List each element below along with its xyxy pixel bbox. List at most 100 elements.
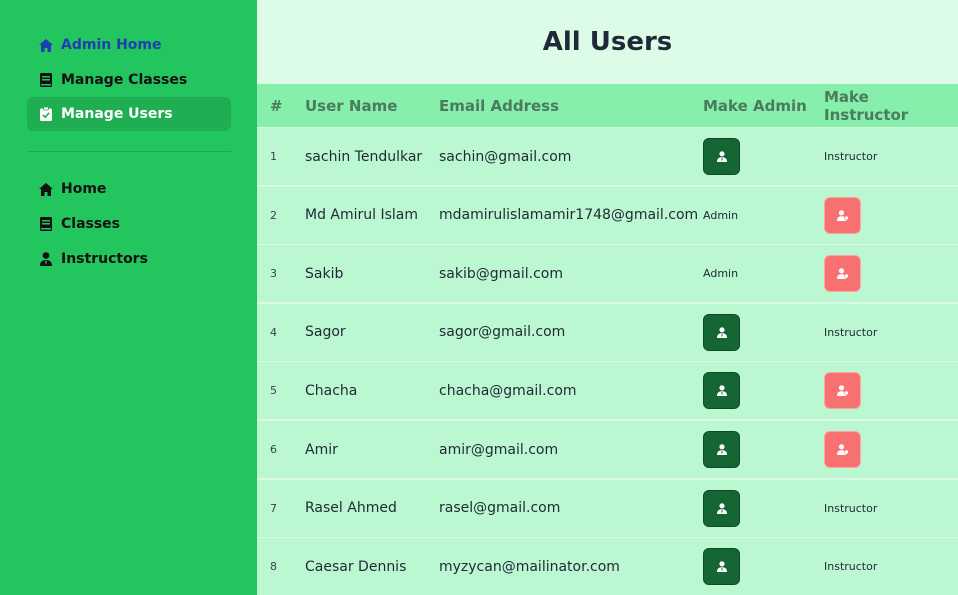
sidebar-divider <box>27 151 231 152</box>
table-row: 3 Sakib sakib@gmail.com Admin <box>257 244 958 303</box>
row-number: 3 <box>270 267 277 281</box>
main-content: All Users # User Name Email Address Make… <box>257 0 958 595</box>
sidebar-item-manage-classes[interactable]: Manage Classes <box>27 63 231 97</box>
user-tie-icon <box>716 385 727 397</box>
user-tie-icon <box>716 502 727 514</box>
make-admin-button[interactable] <box>703 313 740 351</box>
row-number: 7 <box>270 501 277 515</box>
make-admin-cell <box>703 362 740 419</box>
make-instructor-cell <box>824 245 861 302</box>
user-email: sakib@gmail.com <box>439 265 563 282</box>
user-name: Md Amirul Islam <box>305 207 419 224</box>
user-name: sachin Tendulkar <box>305 148 423 165</box>
user-email: amir@gmail.com <box>439 441 559 458</box>
table-row: 5 Chacha chacha@gmail.com <box>257 361 958 420</box>
user-tie-icon <box>716 444 727 455</box>
book-icon <box>39 73 53 87</box>
table-row: 6 Amir amir@gmail.com <box>257 420 958 478</box>
sidebar-item-manage-users[interactable]: Manage Users <box>27 97 231 131</box>
user-gear-icon <box>836 209 849 221</box>
make-instructor-cell: Instructor <box>824 480 877 537</box>
make-admin-button[interactable] <box>703 489 740 527</box>
user-email: sachin@gmail.com <box>439 148 572 165</box>
make-admin-cell: Admin <box>703 245 738 302</box>
user-email: chacha@gmail.com <box>439 382 577 399</box>
make-admin-cell <box>703 480 740 537</box>
sidebar-item-label: Instructors <box>61 251 148 267</box>
make-instructor-cell: Instructor <box>824 304 877 361</box>
home-icon <box>39 38 53 52</box>
column-header-make-instructor: Make Instructor <box>824 87 909 124</box>
page-title: All Users <box>257 0 958 84</box>
user-name: Rasel Ahmed <box>305 500 397 517</box>
clipboard-check-icon <box>39 107 53 121</box>
make-instructor-cell <box>824 421 861 478</box>
instructor-role-label: Instructor <box>824 150 878 163</box>
row-number: 1 <box>270 150 277 163</box>
make-admin-cell: Admin <box>703 187 738 244</box>
book-icon <box>39 217 53 231</box>
table-row: 8 Caesar Dennis myzycan@mailinator.com Inst… <box>257 537 958 595</box>
sidebar-item-instructors[interactable]: Instructors <box>27 242 231 276</box>
sidebar: Admin Home Manage Classes Manage Users H… <box>0 0 257 595</box>
make-admin-button[interactable] <box>703 138 740 175</box>
user-gear-icon <box>836 444 849 455</box>
user-email: myzycan@mailinator.com <box>439 558 620 575</box>
user-name: Chacha <box>305 382 358 399</box>
user-tie-icon <box>39 252 53 266</box>
user-email: rasel@gmail.com <box>439 500 561 517</box>
sidebar-item-label: Admin Home <box>61 37 162 53</box>
make-admin-button[interactable] <box>703 372 740 410</box>
row-number: 8 <box>270 560 277 574</box>
sidebar-item-label: Classes <box>61 216 121 232</box>
row-number: 2 <box>270 208 277 222</box>
admin-role-label: Admin <box>703 267 739 281</box>
make-instructor-button[interactable] <box>824 196 861 234</box>
sidebar-item-home[interactable]: Home <box>27 172 231 206</box>
user-email: mdamirulislamamir1748@gmail.com <box>439 207 699 224</box>
table-row: 1 sachin Tendulkar sachin@gmail.com Instruc… <box>257 127 958 185</box>
sidebar-item-label: Manage Classes <box>61 72 188 88</box>
user-gear-icon <box>836 385 849 397</box>
home-icon <box>39 182 53 196</box>
user-name: Caesar Dennis <box>305 558 407 575</box>
row-number: 4 <box>270 325 277 339</box>
user-name: Sagor <box>305 324 346 341</box>
sidebar-item-label: Manage Users <box>61 106 173 122</box>
make-instructor-cell <box>824 362 861 419</box>
user-tie-icon <box>716 151 727 162</box>
instructor-role-label: Instructor <box>824 560 878 574</box>
row-number: 6 <box>270 443 277 456</box>
make-instructor-button[interactable] <box>824 255 861 293</box>
make-instructor-cell: Instructor <box>824 538 877 595</box>
table-header: # User Name Email Address Make Admin Mak… <box>257 84 958 127</box>
table-row: 2 Md Amirul Islam mdamirulislamamir1748@gm… <box>257 185 958 244</box>
sidebar-item-admin-home[interactable]: Admin Home <box>27 28 231 62</box>
sidebar-item-classes[interactable]: Classes <box>27 207 231 241</box>
make-admin-button[interactable] <box>703 431 740 468</box>
table-row: 7 Rasel Ahmed rasel@gmail.com Instructor <box>257 478 958 537</box>
user-tie-icon <box>716 561 727 573</box>
user-gear-icon <box>836 268 849 280</box>
make-admin-cell <box>703 421 740 478</box>
instructor-role-label: Instructor <box>824 501 878 515</box>
table-row: 4 Sagor sagor@gmail.com Instructor <box>257 302 958 361</box>
make-admin-cell <box>703 304 740 361</box>
make-instructor-button[interactable] <box>824 431 861 468</box>
column-header-user-name: User Name <box>305 96 398 115</box>
instructor-role-label: Instructor <box>824 325 878 339</box>
column-header-number: # <box>270 96 283 115</box>
admin-role-label: Admin <box>703 208 739 222</box>
user-tie-icon <box>716 326 727 338</box>
make-admin-cell <box>703 128 740 185</box>
make-instructor-cell: Instructor <box>824 128 877 185</box>
make-instructor-button[interactable] <box>824 372 861 410</box>
sidebar-item-label: Home <box>61 181 107 197</box>
user-name: Sakib <box>305 265 344 282</box>
make-instructor-cell <box>824 187 861 244</box>
column-header-email: Email Address <box>439 96 560 115</box>
row-number: 5 <box>270 384 277 398</box>
column-header-make-admin: Make Admin <box>703 96 807 115</box>
make-admin-button[interactable] <box>703 548 740 586</box>
user-name: Amir <box>305 441 338 458</box>
